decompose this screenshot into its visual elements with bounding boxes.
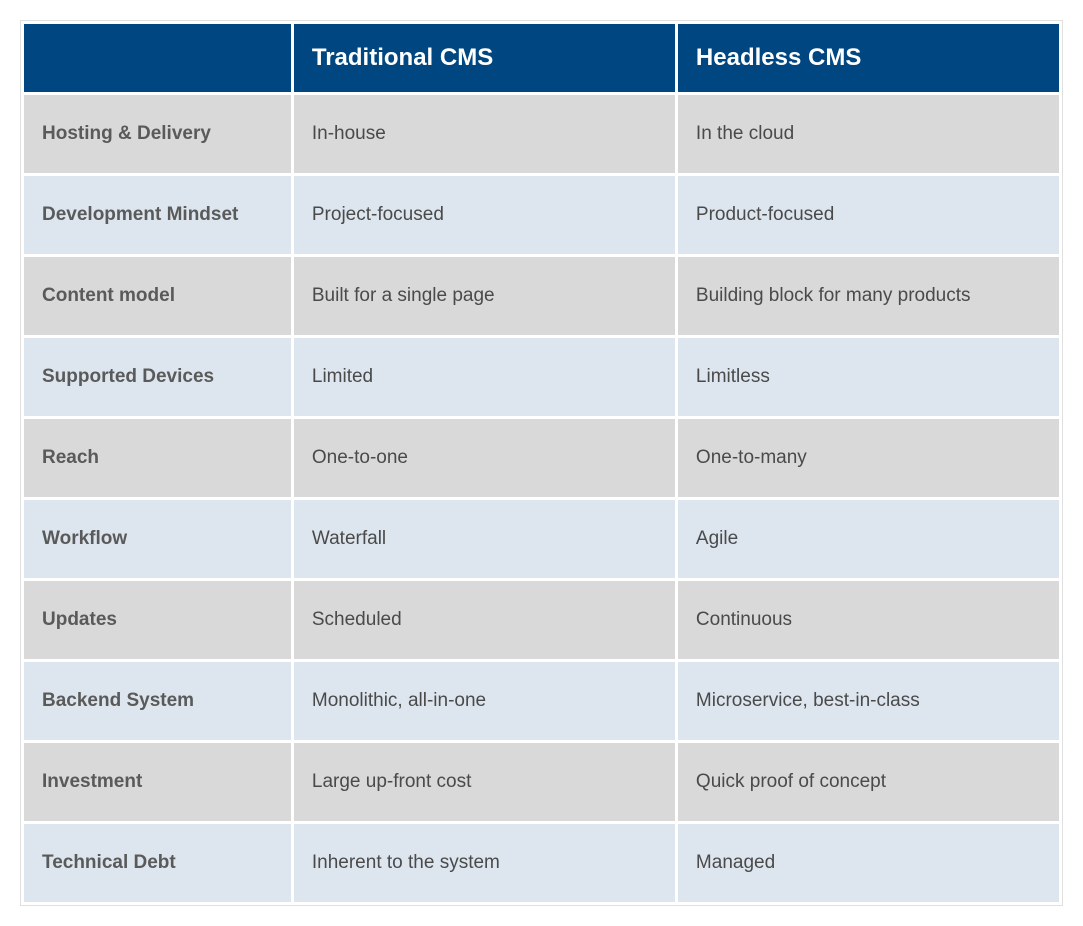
header-headless-cms: Headless CMS <box>676 23 1060 94</box>
row-label: Technical Debt <box>23 823 293 904</box>
row-label: Supported Devices <box>23 337 293 418</box>
row-label: Reach <box>23 418 293 499</box>
table-row: Supported Devices Limited Limitless <box>23 337 1061 418</box>
row-label: Backend System <box>23 661 293 742</box>
table-row: Updates Scheduled Continuous <box>23 580 1061 661</box>
row-headless-value: Microservice, best-in-class <box>676 661 1060 742</box>
row-traditional-value: Project-focused <box>292 175 676 256</box>
table-row: Backend System Monolithic, all-in-one Mi… <box>23 661 1061 742</box>
row-label: Investment <box>23 742 293 823</box>
header-traditional-cms: Traditional CMS <box>292 23 676 94</box>
row-traditional-value: Scheduled <box>292 580 676 661</box>
row-headless-value: One-to-many <box>676 418 1060 499</box>
table-row: Reach One-to-one One-to-many <box>23 418 1061 499</box>
table-row: Hosting & Delivery In-house In the cloud <box>23 94 1061 175</box>
row-label: Development Mindset <box>23 175 293 256</box>
row-headless-value: Limitless <box>676 337 1060 418</box>
comparison-table-container: Traditional CMS Headless CMS Hosting & D… <box>20 20 1063 906</box>
row-traditional-value: Limited <box>292 337 676 418</box>
row-headless-value: Building block for many products <box>676 256 1060 337</box>
row-traditional-value: One-to-one <box>292 418 676 499</box>
comparison-table: Traditional CMS Headless CMS Hosting & D… <box>21 21 1062 905</box>
table-row: Investment Large up-front cost Quick pro… <box>23 742 1061 823</box>
table-row: Technical Debt Inherent to the system Ma… <box>23 823 1061 904</box>
row-label: Updates <box>23 580 293 661</box>
row-headless-value: Managed <box>676 823 1060 904</box>
table-row: Workflow Waterfall Agile <box>23 499 1061 580</box>
table-row: Content model Built for a single page Bu… <box>23 256 1061 337</box>
row-headless-value: Quick proof of concept <box>676 742 1060 823</box>
row-headless-value: Product-focused <box>676 175 1060 256</box>
row-headless-value: Continuous <box>676 580 1060 661</box>
row-traditional-value: Inherent to the system <box>292 823 676 904</box>
row-label: Hosting & Delivery <box>23 94 293 175</box>
row-headless-value: Agile <box>676 499 1060 580</box>
row-headless-value: In the cloud <box>676 94 1060 175</box>
row-label: Workflow <box>23 499 293 580</box>
row-label: Content model <box>23 256 293 337</box>
table-header-row: Traditional CMS Headless CMS <box>23 23 1061 94</box>
row-traditional-value: Large up-front cost <box>292 742 676 823</box>
row-traditional-value: Built for a single page <box>292 256 676 337</box>
row-traditional-value: In-house <box>292 94 676 175</box>
row-traditional-value: Monolithic, all-in-one <box>292 661 676 742</box>
header-empty <box>23 23 293 94</box>
table-row: Development Mindset Project-focused Prod… <box>23 175 1061 256</box>
row-traditional-value: Waterfall <box>292 499 676 580</box>
